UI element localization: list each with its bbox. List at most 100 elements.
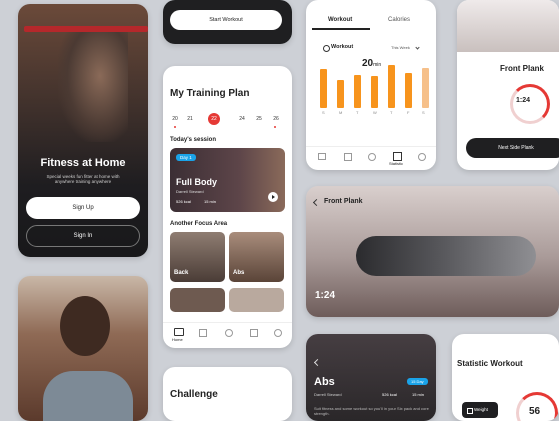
date-item[interactable]: 25 [253, 116, 265, 122]
nav-home-icon[interactable] [174, 328, 184, 336]
date-dot [274, 126, 276, 128]
abs-trainer: Darrell Steward [314, 392, 342, 397]
abs-kcal: 526 kcal [382, 392, 397, 397]
timer-value: 1:24 [516, 97, 531, 104]
period-select[interactable]: This Week [391, 45, 410, 50]
session-trainer: Darrell Steward [176, 189, 204, 194]
timer-ring [510, 84, 550, 124]
portrait-figure [60, 296, 110, 356]
day-label: M [339, 110, 343, 115]
statistic-card: Statistic Workout Weight 56 [452, 334, 559, 421]
play-icon[interactable] [268, 192, 278, 202]
day-label: F [407, 110, 410, 115]
hero-subtitle: Special weeks fun fitter at home with an… [46, 174, 120, 184]
tab-workout-underline [312, 28, 370, 30]
abs-card[interactable]: Abs 15 Day Darrell Steward 526 kcal 15 m… [306, 334, 436, 421]
portrait-card [18, 276, 148, 421]
nav-trophy-icon[interactable] [368, 153, 376, 161]
chart-bar [371, 76, 378, 108]
nav-stats-icon[interactable] [393, 152, 402, 161]
plank-card-title: Front Plank [500, 64, 545, 73]
workout-section-label: Workout [331, 44, 354, 50]
chart-bar [405, 73, 412, 108]
day-label: W [373, 110, 377, 115]
challenge-title: Challenge [170, 389, 218, 400]
statistic-title: Statistic Workout [457, 359, 523, 368]
statistic-value: 56 [529, 406, 541, 417]
session-kcal: 526 kcal [176, 199, 191, 204]
session-time: 15 min [204, 199, 217, 204]
next-side-plank-button[interactable]: Next Side Plank [466, 138, 559, 158]
date-item[interactable]: 24 [236, 116, 248, 122]
plank-image [457, 0, 559, 52]
nav-trophy-icon[interactable] [225, 329, 233, 337]
abs-time: 15 min [412, 392, 425, 397]
plank-banner[interactable]: Front Plank 1:24 [306, 186, 559, 317]
abs-description: Suit fitness and some workout so you'll … [314, 406, 429, 416]
day-label: T [356, 110, 359, 115]
plank-figure [356, 236, 536, 276]
tab-workout[interactable]: Workout [328, 17, 352, 23]
plank-banner-time: 1:24 [315, 290, 336, 301]
hero-athlete-figure [58, 32, 128, 142]
nav-home-icon[interactable] [318, 153, 326, 160]
nav-profile-icon[interactable] [418, 153, 426, 161]
day-label: S [322, 110, 325, 115]
session-badge: Day 1 [176, 154, 196, 161]
focus-item-label: Abs [233, 270, 245, 276]
plank-banner-title: Front Plank [324, 198, 363, 205]
weight-label: Weight [474, 407, 488, 412]
start-workout-button[interactable]: Start Workout [170, 10, 282, 30]
session-title: Full Body [176, 177, 217, 187]
training-plan-card: My Training Plan 20 21 22 24 25 26 Today… [163, 66, 292, 348]
todays-session-label: Today's session [170, 137, 216, 143]
workout-stats-card: Workout Calories Workout This Week 20min… [306, 0, 436, 170]
chevron-down-icon [415, 45, 420, 50]
day-label: T [390, 110, 393, 115]
nav-calendar-icon[interactable] [344, 153, 352, 161]
play-triangle [272, 195, 275, 199]
nav-profile-icon[interactable] [274, 329, 282, 337]
hero-card: Fitness at Home Special weeks fun fitter… [18, 4, 148, 257]
tab-calories[interactable]: Calories [388, 17, 410, 23]
top-start-card: Start Workout [163, 0, 292, 44]
abs-badge: 15 Day [407, 378, 428, 385]
chart-bar [388, 65, 395, 108]
weight-icon [467, 408, 473, 414]
portrait-shirt [43, 371, 133, 421]
chart-bar [354, 75, 361, 108]
chart-bar [422, 68, 429, 108]
focus-item-label: Back [174, 270, 189, 276]
focus-area-label: Another Focus Area [170, 221, 228, 227]
nav-chart-icon[interactable] [250, 329, 258, 337]
date-item[interactable]: 21 [184, 116, 196, 122]
back-arrow-icon[interactable] [312, 198, 321, 207]
stats-nav: Statistic [306, 146, 436, 170]
nav-calendar-icon[interactable] [199, 329, 207, 337]
focus-item-abs[interactable]: Abs [229, 232, 284, 282]
session-card[interactable]: Day 1 Full Body Darrell Steward 526 kcal… [170, 148, 285, 212]
nav-stats-label: Statistic [389, 161, 404, 166]
challenge-card: Challenge [163, 367, 292, 421]
back-arrow-icon[interactable] [313, 358, 322, 367]
stopwatch-icon [323, 45, 330, 52]
sign-up-button[interactable]: Sign Up [26, 197, 140, 219]
chart-days: S M T W T F S [306, 110, 436, 120]
abs-title: Abs [314, 376, 335, 388]
date-dot [174, 126, 176, 128]
weight-chip[interactable]: Weight [462, 402, 498, 418]
date-item[interactable]: 20 [169, 116, 181, 122]
chart-bar [337, 80, 344, 108]
bottom-nav: Home [163, 322, 292, 348]
chart-bar [320, 69, 327, 108]
date-strip: 20 21 22 24 25 26 [163, 113, 292, 128]
training-plan-title: My Training Plan [170, 88, 250, 99]
date-item-selected-label: 22 [211, 116, 217, 122]
focus-item-extra[interactable] [170, 288, 225, 312]
nav-home-label: Home [172, 337, 183, 342]
sign-in-button[interactable]: Sign In [26, 225, 140, 247]
focus-item-back[interactable]: Back [170, 232, 225, 282]
date-item[interactable]: 26 [270, 116, 282, 122]
focus-item-extra[interactable] [229, 288, 284, 312]
plank-card: Front Plank 1:24 Next Side Plank [457, 0, 559, 170]
